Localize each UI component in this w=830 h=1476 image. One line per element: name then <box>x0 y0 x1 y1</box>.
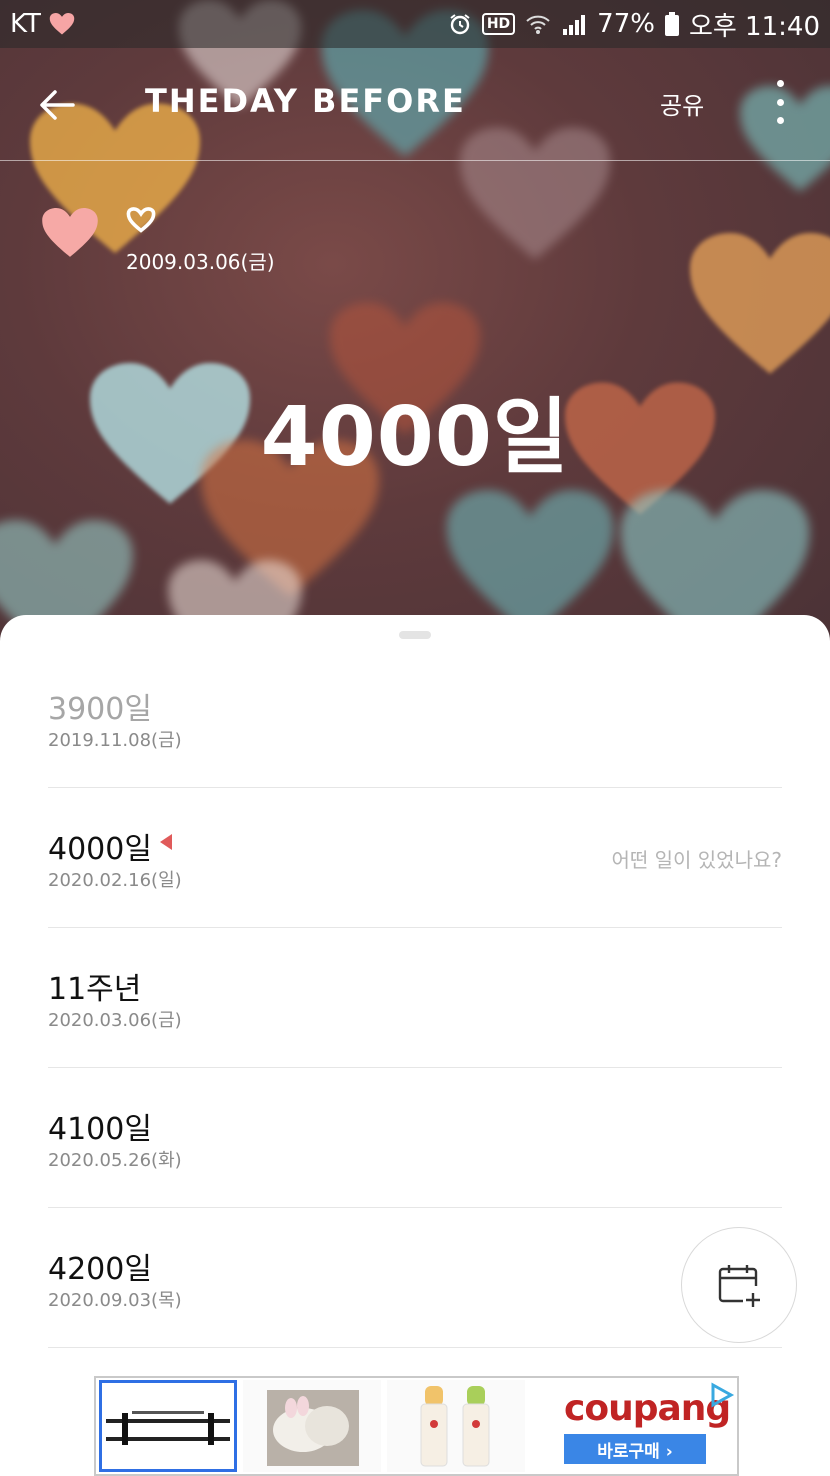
carrier-label: KT <box>10 9 41 39</box>
more-options-button[interactable] <box>770 80 790 124</box>
event-title: 3900일 <box>48 692 152 727</box>
heart-outline-icon <box>126 206 156 238</box>
status-bar: KT HD 77% 오후 11:40 <box>0 0 830 48</box>
list-item[interactable]: 3900일 2019.11.08(금) <box>48 648 782 788</box>
arrow-left-icon <box>40 90 75 120</box>
memo-placeholder[interactable]: 어떤 일이 있었나요? <box>611 844 782 873</box>
list-item[interactable]: 4000일 2020.02.16(일) 어떤 일이 있었나요? <box>48 788 782 928</box>
ad-product-pullup-bar[interactable] <box>99 1380 237 1472</box>
event-title: 4000일 <box>48 832 152 867</box>
bokeh-heart-icon <box>690 233 830 374</box>
pullup-bar-image <box>106 1411 230 1445</box>
current-marker-icon <box>160 834 172 854</box>
dot <box>776 117 784 124</box>
ad-choices-icon[interactable] <box>709 1382 735 1408</box>
list-item[interactable]: 4100일 2020.05.26(화) <box>48 1068 782 1208</box>
app-title: THEDAY BEFORE <box>145 82 466 120</box>
add-event-button[interactable] <box>681 1227 797 1343</box>
battery-icon <box>664 12 679 36</box>
app-bar: THEDAY BEFORE 공유 <box>0 48 830 161</box>
share-button[interactable]: 공유 <box>660 86 704 121</box>
event-sheet: 3900일 2019.11.08(금) 4000일 2020.02.16(일) … <box>0 615 830 1476</box>
drag-handle[interactable] <box>399 631 431 639</box>
heart-icon <box>49 13 75 35</box>
hero-background: KT HD 77% 오후 11:40 THEDAY BEFORE 공유 2009… <box>0 0 830 660</box>
buy-now-button[interactable]: 바로구매 › <box>564 1434 706 1464</box>
event-date: 2020.09.03(목) <box>48 1290 182 1311</box>
ad-product-baby-bottles[interactable] <box>387 1380 525 1472</box>
event-date: 2020.03.06(금) <box>48 1010 182 1031</box>
ad-banner[interactable]: coupang 바로구매 › <box>94 1376 739 1476</box>
brand-logo: coupang <box>564 1388 731 1429</box>
event-date: 2019.11.08(금) <box>48 730 182 751</box>
list-item[interactable]: 11주년 2020.03.06(금) <box>48 928 782 1068</box>
couple-heart-icon[interactable] <box>42 208 98 262</box>
event-title: 11주년 <box>48 972 142 1007</box>
event-list: 3900일 2019.11.08(금) 4000일 2020.02.16(일) … <box>48 648 782 1348</box>
battery-percent: 77% <box>597 9 655 39</box>
wifi-icon <box>525 13 551 35</box>
ad-product-pillow[interactable] <box>243 1380 381 1472</box>
back-button[interactable] <box>36 84 78 126</box>
event-date: 2020.02.16(일) <box>48 870 182 891</box>
signal-icon <box>561 13 587 35</box>
bottles-image <box>420 1386 490 1467</box>
event-title: 4100일 <box>48 1112 152 1147</box>
event-title: 4200일 <box>48 1252 152 1287</box>
start-date: 2009.03.06(금) <box>126 250 275 274</box>
dot <box>776 98 784 106</box>
list-item[interactable]: 4200일 2020.09.03(목) <box>48 1208 782 1348</box>
day-count: 4000일 <box>260 390 570 485</box>
pillow-image <box>267 1390 359 1466</box>
clock: 오후 11:40 <box>688 11 820 42</box>
brand-block[interactable]: coupang 바로구매 › <box>534 1380 735 1472</box>
hd-badge: HD <box>481 13 516 35</box>
dot <box>776 80 784 87</box>
alarm-icon <box>448 12 472 36</box>
calendar-add-icon <box>718 1265 760 1307</box>
event-date: 2020.05.26(화) <box>48 1150 182 1171</box>
